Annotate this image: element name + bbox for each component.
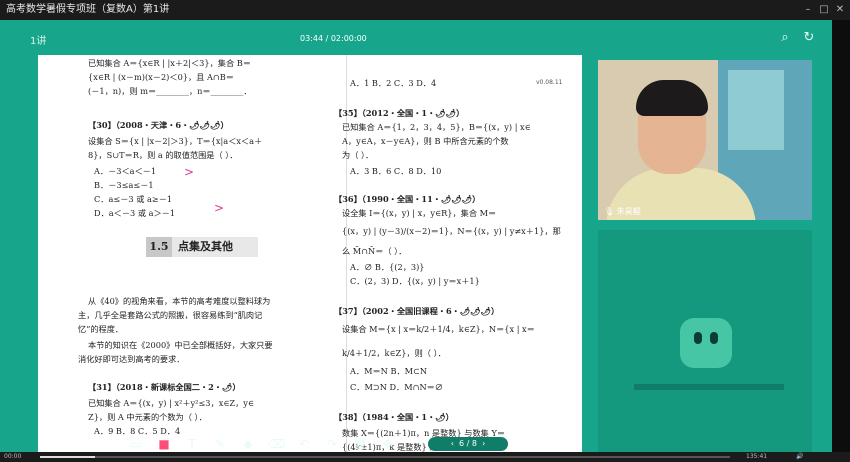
shape-icon[interactable]: ◆ [240,436,256,452]
version-watermark: v0.08.11 [536,79,563,86]
section-number: 1.5 [146,237,172,257]
undo-icon[interactable]: ↶ [296,436,312,452]
next-page-button[interactable]: › [482,439,485,448]
section-intro-line: 消化好即可达到高考的要求． [78,354,185,364]
problem-text-line: 已知集合 A＝{x∈R | |x＋2|＜3}，集合 B＝ [88,58,251,68]
lesson-tag: 1讲 [30,36,47,47]
playback-progress-fill [40,456,96,458]
problem-text-line: {(x，y) | (y－3)/(x－2)＝1}，N＝{(x，y) | y≠x＋1… [342,226,561,236]
ink-annotation-arrow: > [184,165,195,179]
color-picker-icon[interactable]: ■ [156,436,172,452]
problem-text-line: A，y∈A，x－y∈A}，则 B 中所含元素的个数 [342,136,509,146]
problem-text-line: 设全集 I＝{(x，y) | x，y∈R}，集合 M＝ [342,208,497,218]
trash-icon[interactable]: 🗑 [352,436,368,452]
page-navigator: ‹ 6 / 8 › [428,437,508,451]
time-total: 02:00:00 [330,34,367,43]
redo-icon[interactable]: ↷ [324,436,340,452]
maximize-icon[interactable]: □ [816,0,832,20]
mascot-eye [710,332,718,344]
window-title: 高考数学暑假专项班（复数A）第1讲 [6,4,170,15]
mascot-eye [694,332,702,344]
playback-progress[interactable] [40,456,730,458]
eraser-icon[interactable]: ⌫ [268,436,285,452]
mascot-robot-icon [680,318,732,368]
teacher-name: 🎙 朱昊鲲 [604,207,641,216]
text-tool-icon[interactable]: T [184,436,200,452]
problem-heading-35: 【35】（2012・全国・1・🌶🌶） [334,108,465,118]
choice-row: A．M＝N B．M⊂N [350,366,428,376]
problem-heading-36: 【36】（1990・全国・11・🌶🌶🌶） [334,194,481,204]
prev-page-button[interactable]: ‹ [451,439,454,448]
window-titlebar: 高考数学暑假专项班（复数A）第1讲 – □ ✕ [0,0,850,20]
section-intro-line: 忆”的程度． [78,324,124,334]
problem-text-line: 8}，S∪T＝R，则 a 的取值范围是（ ）． [88,150,238,160]
problem-heading-38: 【38】（1984・全国・1・🌶） [334,412,454,422]
problem-text-line: 设集合 M＝{x | x＝k/2＋1/4，k∈Z}，N＝{x | x＝ [342,324,535,334]
teacher-camera: 🎙 朱昊鲲 [598,60,812,220]
choice-row: A．∅ B．{(2，3)} [350,262,425,272]
problem-text-line: 已知集合 A＝{1，2，3，4，5}，B＝{(x，y) | x∈ [342,122,531,132]
lesson-timer: 03:44 / 02:00:00 [300,34,367,43]
classroom-stage: 1讲 03:44 / 02:00:00 ⌕ ↻ 已知集合 A＝{x∈R | |x… [0,20,832,455]
page-separator: / [464,439,472,448]
problem-heading-30: 【30】（2008・天津・6・🌶🌶🌶） [88,120,229,130]
section-intro-line: 主，几乎全是套路公式的照搬，很容易练到“肌肉记 [78,310,263,320]
problem-text-line: 设集合 S＝{x | |x－2|＞3}，T＝{x|a＜x＜a＋ [88,136,263,146]
minimize-icon[interactable]: – [800,0,816,20]
zoom-search-icon[interactable]: ⌕ [776,29,794,47]
refresh-icon[interactable]: ↻ [800,29,818,47]
elapsed-time: 00:00 [4,453,22,460]
student-panel [598,230,812,452]
mic-icon: 🎙 [604,207,615,216]
problem-text-line: Z}，则 A 中元素的个数为（ ）． [88,412,207,422]
annotation-toolbar: ▭ ■ T ✎ ◆ ⌫ ↶ ↷ 🗑 ✥ ‹ 6 / 8 › [120,434,508,454]
problem-text-line: {x∈R | (x－m)(x－2)＜0}，且 A∩B＝ [88,72,234,82]
right-edge-strip [832,20,850,452]
wall-poster [728,70,784,150]
mascot-desk [634,384,784,390]
problem-text-line: (－1，n)，则 m＝________，n＝________． [88,86,252,96]
problem-text-line: 已知集合 A＝{(x，y) | x²＋y²≤3，x∈Z，y∈ [88,398,254,408]
choice-row: A．1 B．2 C．3 D．4 [350,78,437,88]
problem-text-line: 么 M̄∩N̄＝（ ）． [342,246,407,256]
section-intro-line: 从《40》的视角来看，本节的高考难度以整料球为 [88,296,271,306]
problem-heading-37: 【37】（2002・全国旧课程・6・🌶🌶🌶） [334,306,500,316]
page-icon[interactable]: ▭ [128,436,144,452]
page-total: 8 [471,439,477,448]
section-heading: 1.5 点集及其他 [146,237,258,257]
choice-row: C．M⊃N D．M∩N＝∅ [350,382,443,392]
choice-row: A．3 B．6 C．8 D．10 [350,166,442,176]
time-separator: / [323,34,331,43]
problem-text-line: k/4＋1/2，k∈Z}，则（ ）． [342,348,446,358]
choice-c: C．a≤－3 或 a≥－1 [94,194,173,204]
teacher-hair [636,80,708,116]
top-bar: 1讲 03:44 / 02:00:00 ⌕ ↻ [0,20,832,60]
choice-row: C．(2，3) D．{(x，y) | y＝x＋1} [350,276,480,286]
choice-b: B．－3≤a≤－1 [94,180,154,190]
move-icon[interactable]: ✥ [380,436,396,452]
close-icon[interactable]: ✕ [832,0,848,20]
courseware-page: 已知集合 A＝{x∈R | |x＋2|＜3}，集合 B＝ {x∈R | (x－m… [38,55,582,455]
pen-icon[interactable]: ✎ [212,436,228,452]
problem-text-line: 为（ ）． [342,150,374,160]
player-bar: 00:00 135:41 🔊 [0,452,850,462]
time-current: 03:44 [300,34,324,43]
ink-annotation-arrow: > [214,201,225,215]
choice-a: A．－3＜a＜－1 [94,166,157,176]
problem-heading-31: 【31】（2018・新课标全国二・2・🌶） [88,382,241,392]
duration-time: 135:41 [746,453,768,460]
volume-icon[interactable]: 🔊 [796,452,803,462]
section-intro-line: 本节的知识在《2000》中已全部概括好，大家只要 [88,340,273,350]
section-title: 点集及其他 [178,240,233,253]
choice-d: D．a＜－3 或 a＞－1 [94,208,176,218]
